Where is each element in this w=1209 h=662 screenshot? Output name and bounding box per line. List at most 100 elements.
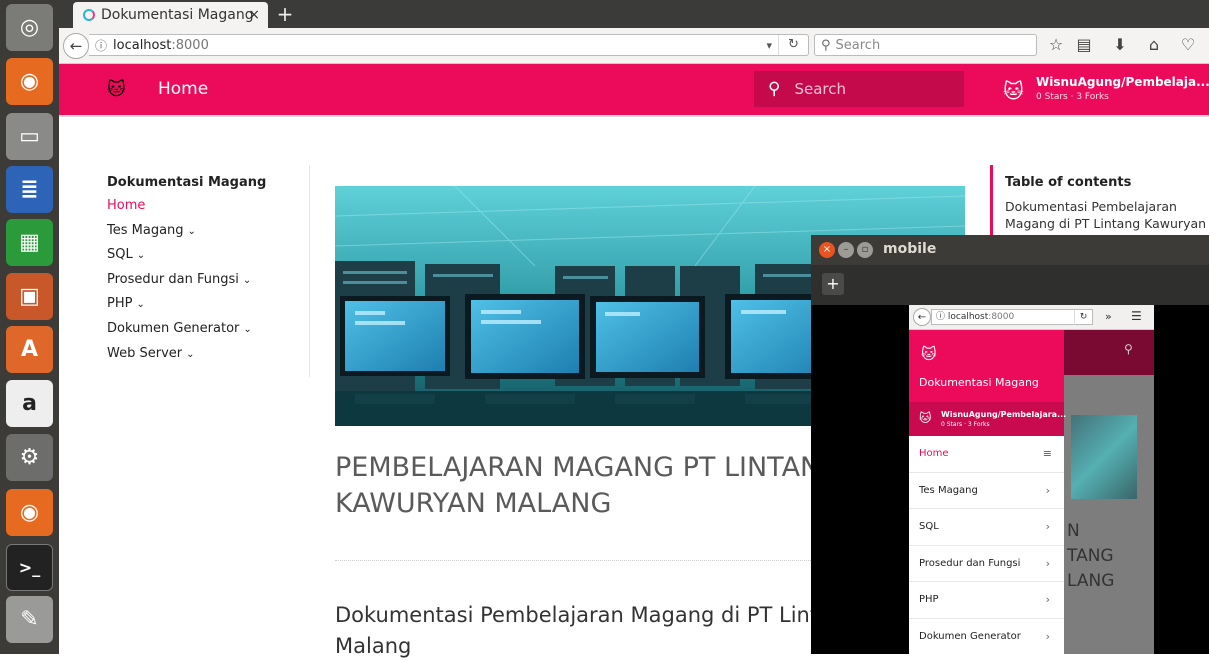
tab-dokumentasi[interactable]: Dokumentasi Magang × <box>73 2 268 28</box>
mobile-window-titlebar[interactable]: × – ▫ mobile <box>811 235 1209 265</box>
firefox-icon[interactable]: ◉ <box>6 58 53 105</box>
chevron-down-icon: ⌄ <box>242 274 252 286</box>
mobile-nav-label: SQL <box>919 521 939 532</box>
browser-search-placeholder: Search <box>835 37 881 53</box>
overflow-icon[interactable]: » <box>1105 310 1112 323</box>
new-tab-button[interactable]: + <box>273 2 297 26</box>
url-host: localhost <box>113 37 172 53</box>
mobile-nav-item-tes-magang[interactable]: Tes Magang › <box>909 473 1064 509</box>
reload-icon[interactable]: ↻ <box>778 35 808 55</box>
tab-bar: Dokumentasi Magang × + <box>59 0 1209 28</box>
header-shadow <box>59 115 1209 117</box>
impress-icon[interactable]: ▣ <box>6 273 53 320</box>
reading-list-icon[interactable]: ▤ <box>1072 34 1096 56</box>
sidebar-divider <box>309 165 310 377</box>
repo-facts: 0 Stars · 3 Forks <box>1036 92 1109 102</box>
bookmark-star-icon[interactable]: ☆ <box>1044 34 1068 56</box>
mobile-nav-label: Dokumen Generator <box>919 630 1021 642</box>
pocket-icon[interactable]: ♡ <box>1176 34 1200 56</box>
reload-icon[interactable]: ↻ <box>1074 310 1092 325</box>
mobile-window-toolbar: + <box>811 265 1209 305</box>
sidebar-item-prosedur[interactable]: Prosedur dan Fungsi ⌄ <box>107 272 307 297</box>
mobile-nav-item-prosedur[interactable]: Prosedur dan Fungsi › <box>909 546 1064 582</box>
ubuntu-launcher: ◎ ◉ ▭ ≣ ▦ ▣ A a ⚙ ◉ >_ ✎ <box>0 0 59 654</box>
github-cat-icon: 🐱 <box>1003 79 1024 103</box>
sidebar-item-label: Prosedur dan Fungsi <box>107 271 239 287</box>
add-icon[interactable]: + <box>822 273 844 295</box>
mobile-url-bar[interactable]: ⓘ localhost:8000 ↻ <box>931 309 1093 325</box>
close-icon[interactable]: × <box>819 242 835 258</box>
sidebar-item-php[interactable]: PHP ⌄ <box>107 296 307 321</box>
software-center-icon[interactable]: A <box>6 326 53 373</box>
amazon-icon[interactable]: a <box>6 380 53 427</box>
mobile-nav-item-home[interactable]: Home ≡ <box>909 436 1064 473</box>
menu-icon[interactable]: ☰ <box>1131 309 1142 323</box>
system-settings-icon[interactable]: ⚙ <box>6 434 53 481</box>
maximize-icon[interactable]: ▫ <box>857 242 873 258</box>
sidebar-item-label: Web Server <box>107 345 183 361</box>
sidebar-item-label: Dokumen Generator <box>107 320 240 336</box>
tab-favicon-icon <box>83 9 95 21</box>
logo-cat-icon: 🐱 <box>921 345 937 363</box>
writer-icon[interactable]: ≣ <box>6 166 53 213</box>
mobile-repo-name: WisnuAgung/Pembelajara... <box>941 410 1067 419</box>
sidebar-title: Dokumentasi Magang <box>107 175 267 190</box>
minimize-icon[interactable]: – <box>838 242 854 258</box>
github-cat-icon: 🐱 <box>919 411 932 425</box>
firefox-active-icon[interactable]: ◉ <box>6 489 53 536</box>
mobile-repo-facts: 0 Stars · 3 Forks <box>941 421 990 428</box>
tab-close-icon[interactable]: × <box>248 7 260 23</box>
mobile-window: × – ▫ mobile + ← ⓘ localhost:8000 ↻ » ☰ … <box>811 235 1209 654</box>
header-search-input[interactable]: ⚲ Search <box>754 71 964 107</box>
mobile-drawer-title: Dokumentasi Magang <box>919 376 1039 389</box>
terminal-icon[interactable]: >_ <box>6 544 53 591</box>
chevron-down-icon: ⌄ <box>136 299 145 311</box>
browser-search-input[interactable]: ⚲ Search <box>814 34 1037 56</box>
chevron-down-icon: ⌄ <box>136 250 146 262</box>
sidebar-item-web-server[interactable]: Web Server ⌄ <box>107 346 307 371</box>
mobile-nav-item-php[interactable]: PHP › <box>909 582 1064 619</box>
toc-title: Table of contents <box>1005 175 1132 190</box>
sidebar-item-dokumen-generator[interactable]: Dokumen Generator ⌄ <box>107 321 307 346</box>
ubuntu-dash-icon[interactable]: ◎ <box>6 4 53 51</box>
header-search-placeholder: Search <box>794 80 846 98</box>
url-dropdown-icon[interactable]: ▾ <box>766 39 772 52</box>
sidebar-item-home[interactable]: Home <box>107 198 307 223</box>
mobile-repo-link[interactable]: 🐱 WisnuAgung/Pembelajara... 0 Stars · 3 … <box>909 402 1067 436</box>
text-editor-icon[interactable]: ✎ <box>6 596 53 643</box>
site-info-icon[interactable]: ⓘ <box>95 37 107 54</box>
sidebar-item-sql[interactable]: SQL ⌄ <box>107 247 307 272</box>
logo-cat-icon[interactable]: 🐱 <box>107 79 126 100</box>
mobile-nav-label: PHP <box>919 594 939 605</box>
header-home-link[interactable]: Home <box>158 79 208 99</box>
url-bar[interactable]: ⓘ localhost:8000 ▾ ↻ <box>89 34 809 56</box>
sidebar-item-label: Home <box>107 198 146 213</box>
chevron-right-icon: › <box>1045 593 1050 606</box>
chevron-right-icon: › <box>1045 629 1050 643</box>
chevron-right-icon: › <box>1045 483 1050 497</box>
toc-link[interactable]: Dokumentasi Pembelajaran Magang di PT Li… <box>1005 198 1209 232</box>
mobile-window-title: mobile <box>883 241 937 257</box>
download-icon[interactable]: ⬇ <box>1108 34 1132 56</box>
mobile-page-header: ⚲ <box>1064 330 1154 375</box>
sidebar-item-tes-magang[interactable]: Tes Magang ⌄ <box>107 223 307 248</box>
mobile-drawer-header: 🐱 Dokumentasi Magang <box>909 330 1064 402</box>
mobile-url-host: localhost <box>947 312 989 322</box>
mobile-url-port: :8000 <box>988 312 1015 322</box>
mobile-navbar: ← ⓘ localhost:8000 ↻ » ☰ <box>909 305 1154 330</box>
home-icon[interactable]: ⌂ <box>1142 34 1166 56</box>
calc-icon[interactable]: ▦ <box>6 219 53 266</box>
back-button[interactable]: ← <box>63 33 89 59</box>
mobile-page-title-fragment: N TANG LANG <box>1067 521 1115 591</box>
mobile-nav-item-sql[interactable]: SQL › <box>909 509 1064 546</box>
site-info-icon: ⓘ <box>936 312 948 322</box>
navigation-toolbar: ← ⓘ localhost:8000 ▾ ↻ ⚲ Search ☆ ▤ ⬇ ⌂ … <box>59 28 1209 64</box>
chevron-down-icon: ⌄ <box>243 323 252 335</box>
search-icon: ⚲ <box>821 37 831 53</box>
sidebar-item-label: PHP <box>107 296 133 312</box>
mobile-back-button[interactable]: ← <box>913 308 931 326</box>
search-icon: ⚲ <box>768 79 781 99</box>
mobile-nav-item-dokumen-generator[interactable]: Dokumen Generator › <box>909 619 1064 655</box>
sidebar-item-label: SQL <box>107 247 133 263</box>
files-icon[interactable]: ▭ <box>6 113 53 160</box>
